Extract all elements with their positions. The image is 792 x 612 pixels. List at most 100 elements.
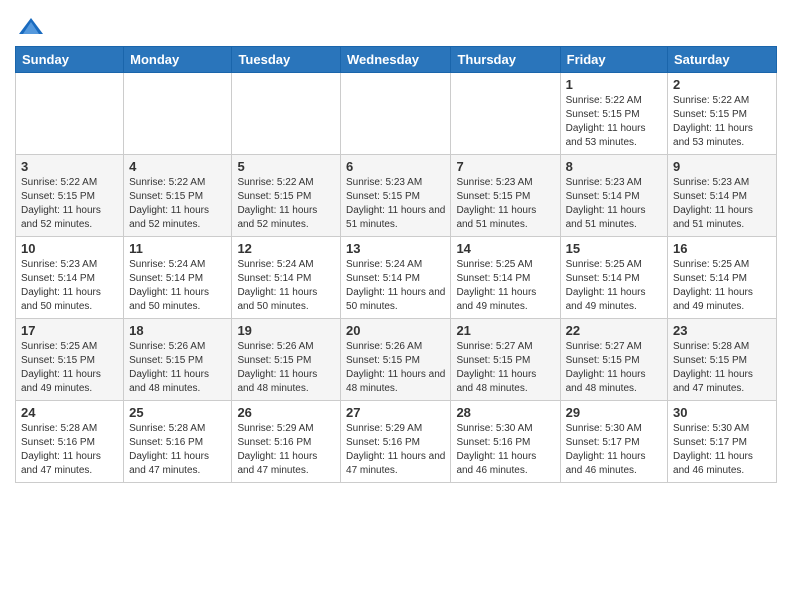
day-info: Sunrise: 5:23 AM Sunset: 5:15 PM Dayligh… bbox=[346, 176, 445, 232]
calendar-cell: 25 Sunrise: 5:28 AM Sunset: 5:16 PM Dayli… bbox=[124, 401, 232, 483]
weekday-header-wednesday: Wednesday bbox=[341, 47, 451, 73]
day-info: Sunrise: 5:26 AM Sunset: 5:15 PM Dayligh… bbox=[237, 340, 335, 396]
day-number: 25 bbox=[129, 405, 226, 420]
calendar-cell: 21 Sunrise: 5:27 AM Sunset: 5:15 PM Dayli… bbox=[451, 319, 560, 401]
weekday-header-sunday: Sunday bbox=[16, 47, 124, 73]
calendar-cell: 27Sunrise: 5:29 AM Sunset: 5:16 PM Dayli… bbox=[341, 401, 451, 483]
day-info: Sunrise: 5:22 AM Sunset: 5:15 PM Dayligh… bbox=[237, 176, 335, 232]
day-number: 18 bbox=[129, 323, 226, 338]
calendar-cell: 12 Sunrise: 5:24 AM Sunset: 5:14 PM Dayli… bbox=[232, 237, 341, 319]
calendar-cell: 22 Sunrise: 5:27 AM Sunset: 5:15 PM Dayli… bbox=[560, 319, 667, 401]
day-number: 24 bbox=[21, 405, 118, 420]
day-number: 13 bbox=[346, 241, 445, 256]
day-info: Sunrise: 5:28 AM Sunset: 5:16 PM Dayligh… bbox=[129, 422, 226, 478]
weekday-header-saturday: Saturday bbox=[668, 47, 777, 73]
week-row-1: 1 Sunrise: 5:22 AM Sunset: 5:15 PM Daylig… bbox=[16, 73, 777, 155]
day-info: Sunrise: 5:24 AM Sunset: 5:14 PM Dayligh… bbox=[129, 258, 226, 314]
calendar-cell: 5 Sunrise: 5:22 AM Sunset: 5:15 PM Daylig… bbox=[232, 155, 341, 237]
calendar-cell: 9Sunrise: 5:23 AM Sunset: 5:14 PM Daylig… bbox=[668, 155, 777, 237]
day-info: Sunrise: 5:23 AM Sunset: 5:14 PM Dayligh… bbox=[21, 258, 118, 314]
day-info: Sunrise: 5:26 AM Sunset: 5:15 PM Dayligh… bbox=[129, 340, 226, 396]
weekday-header-monday: Monday bbox=[124, 47, 232, 73]
calendar-cell: 14Sunrise: 5:25 AM Sunset: 5:14 PM Dayli… bbox=[451, 237, 560, 319]
calendar-cell: 28 Sunrise: 5:30 AM Sunset: 5:16 PM Dayli… bbox=[451, 401, 560, 483]
calendar-cell: 24 Sunrise: 5:28 AM Sunset: 5:16 PM Dayli… bbox=[16, 401, 124, 483]
calendar-cell: 29Sunrise: 5:30 AM Sunset: 5:17 PM Dayli… bbox=[560, 401, 667, 483]
day-info: Sunrise: 5:26 AM Sunset: 5:15 PM Dayligh… bbox=[346, 340, 445, 396]
day-info: Sunrise: 5:25 AM Sunset: 5:15 PM Dayligh… bbox=[21, 340, 118, 396]
day-number: 7 bbox=[456, 159, 554, 174]
calendar-cell: 10 Sunrise: 5:23 AM Sunset: 5:14 PM Dayli… bbox=[16, 237, 124, 319]
day-number: 4 bbox=[129, 159, 226, 174]
calendar-cell: 6 Sunrise: 5:23 AM Sunset: 5:15 PM Daylig… bbox=[341, 155, 451, 237]
header bbox=[15, 10, 777, 38]
calendar-cell bbox=[341, 73, 451, 155]
day-info: Sunrise: 5:30 AM Sunset: 5:17 PM Dayligh… bbox=[673, 422, 771, 478]
calendar-cell: 19 Sunrise: 5:26 AM Sunset: 5:15 PM Dayli… bbox=[232, 319, 341, 401]
day-info: Sunrise: 5:30 AM Sunset: 5:16 PM Dayligh… bbox=[456, 422, 554, 478]
day-info: Sunrise: 5:24 AM Sunset: 5:14 PM Dayligh… bbox=[346, 258, 445, 314]
week-row-2: 3 Sunrise: 5:22 AM Sunset: 5:15 PM Daylig… bbox=[16, 155, 777, 237]
day-number: 29 bbox=[566, 405, 662, 420]
calendar-cell: 30 Sunrise: 5:30 AM Sunset: 5:17 PM Dayli… bbox=[668, 401, 777, 483]
calendar-cell: 17 Sunrise: 5:25 AM Sunset: 5:15 PM Dayli… bbox=[16, 319, 124, 401]
weekday-header-tuesday: Tuesday bbox=[232, 47, 341, 73]
day-info: Sunrise: 5:22 AM Sunset: 5:15 PM Dayligh… bbox=[129, 176, 226, 232]
calendar-cell: 18 Sunrise: 5:26 AM Sunset: 5:15 PM Dayli… bbox=[124, 319, 232, 401]
day-number: 19 bbox=[237, 323, 335, 338]
calendar-table: SundayMondayTuesdayWednesdayThursdayFrid… bbox=[15, 46, 777, 483]
calendar-cell: 3Sunrise: 5:22 AM Sunset: 5:15 PM Daylig… bbox=[16, 155, 124, 237]
calendar-cell: 13 Sunrise: 5:24 AM Sunset: 5:14 PM Dayli… bbox=[341, 237, 451, 319]
day-number: 27 bbox=[346, 405, 445, 420]
logo-icon bbox=[17, 14, 45, 42]
day-info: Sunrise: 5:24 AM Sunset: 5:14 PM Dayligh… bbox=[237, 258, 335, 314]
day-info: Sunrise: 5:25 AM Sunset: 5:14 PM Dayligh… bbox=[673, 258, 771, 314]
weekday-header-friday: Friday bbox=[560, 47, 667, 73]
day-number: 10 bbox=[21, 241, 118, 256]
calendar-cell: 15Sunrise: 5:25 AM Sunset: 5:14 PM Dayli… bbox=[560, 237, 667, 319]
day-info: Sunrise: 5:23 AM Sunset: 5:14 PM Dayligh… bbox=[673, 176, 771, 232]
day-info: Sunrise: 5:23 AM Sunset: 5:14 PM Dayligh… bbox=[566, 176, 662, 232]
calendar-cell: 16 Sunrise: 5:25 AM Sunset: 5:14 PM Dayli… bbox=[668, 237, 777, 319]
calendar-cell bbox=[232, 73, 341, 155]
week-row-4: 17 Sunrise: 5:25 AM Sunset: 5:15 PM Dayli… bbox=[16, 319, 777, 401]
calendar-cell: 2 Sunrise: 5:22 AM Sunset: 5:15 PM Daylig… bbox=[668, 73, 777, 155]
day-number: 17 bbox=[21, 323, 118, 338]
day-number: 16 bbox=[673, 241, 771, 256]
week-row-5: 24 Sunrise: 5:28 AM Sunset: 5:16 PM Dayli… bbox=[16, 401, 777, 483]
day-info: Sunrise: 5:23 AM Sunset: 5:15 PM Dayligh… bbox=[456, 176, 554, 232]
day-number: 15 bbox=[566, 241, 662, 256]
calendar-cell bbox=[124, 73, 232, 155]
logo-area bbox=[15, 10, 45, 38]
calendar-cell: 8Sunrise: 5:23 AM Sunset: 5:14 PM Daylig… bbox=[560, 155, 667, 237]
day-info: Sunrise: 5:28 AM Sunset: 5:15 PM Dayligh… bbox=[673, 340, 771, 396]
day-number: 3 bbox=[21, 159, 118, 174]
day-number: 26 bbox=[237, 405, 335, 420]
day-info: Sunrise: 5:22 AM Sunset: 5:15 PM Dayligh… bbox=[673, 94, 771, 150]
calendar-cell: 20Sunrise: 5:26 AM Sunset: 5:15 PM Dayli… bbox=[341, 319, 451, 401]
day-number: 1 bbox=[566, 77, 662, 92]
weekday-header-thursday: Thursday bbox=[451, 47, 560, 73]
day-number: 2 bbox=[673, 77, 771, 92]
day-number: 12 bbox=[237, 241, 335, 256]
day-info: Sunrise: 5:27 AM Sunset: 5:15 PM Dayligh… bbox=[566, 340, 662, 396]
calendar-cell: 23 Sunrise: 5:28 AM Sunset: 5:15 PM Dayli… bbox=[668, 319, 777, 401]
day-number: 5 bbox=[237, 159, 335, 174]
day-number: 30 bbox=[673, 405, 771, 420]
calendar-cell bbox=[16, 73, 124, 155]
day-number: 22 bbox=[566, 323, 662, 338]
day-number: 21 bbox=[456, 323, 554, 338]
calendar-cell: 26Sunrise: 5:29 AM Sunset: 5:16 PM Dayli… bbox=[232, 401, 341, 483]
calendar-cell: 4 Sunrise: 5:22 AM Sunset: 5:15 PM Daylig… bbox=[124, 155, 232, 237]
weekday-header-row: SundayMondayTuesdayWednesdayThursdayFrid… bbox=[16, 47, 777, 73]
day-number: 6 bbox=[346, 159, 445, 174]
day-info: Sunrise: 5:28 AM Sunset: 5:16 PM Dayligh… bbox=[21, 422, 118, 478]
day-info: Sunrise: 5:25 AM Sunset: 5:14 PM Dayligh… bbox=[456, 258, 554, 314]
day-number: 23 bbox=[673, 323, 771, 338]
calendar-cell: 11Sunrise: 5:24 AM Sunset: 5:14 PM Dayli… bbox=[124, 237, 232, 319]
calendar-cell: 7 Sunrise: 5:23 AM Sunset: 5:15 PM Daylig… bbox=[451, 155, 560, 237]
day-number: 28 bbox=[456, 405, 554, 420]
calendar-cell bbox=[451, 73, 560, 155]
day-info: Sunrise: 5:22 AM Sunset: 5:15 PM Dayligh… bbox=[566, 94, 662, 150]
day-info: Sunrise: 5:27 AM Sunset: 5:15 PM Dayligh… bbox=[456, 340, 554, 396]
